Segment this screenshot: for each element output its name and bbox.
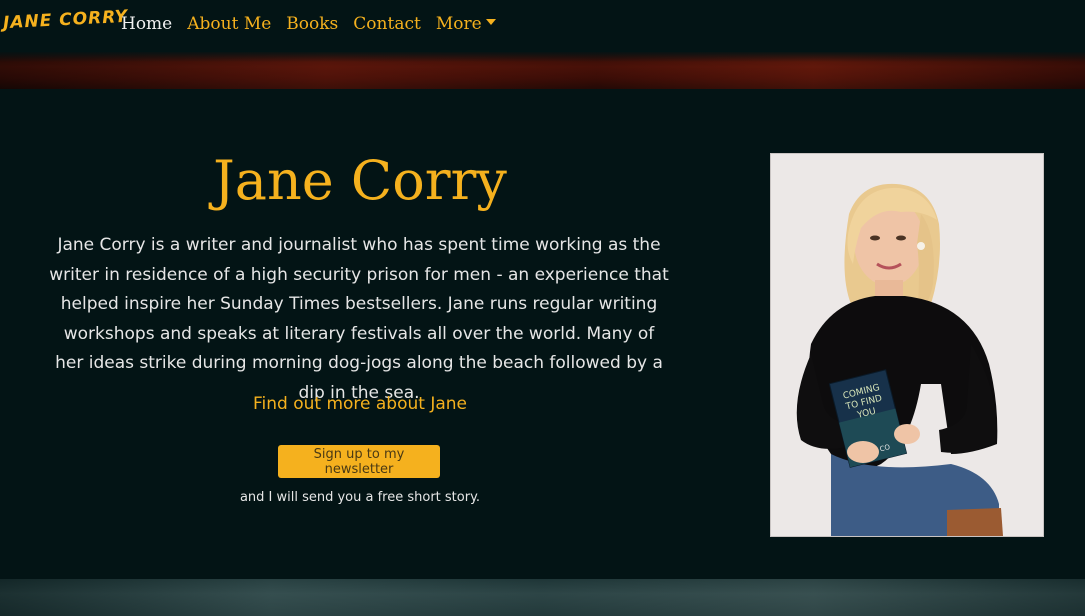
newsletter-signup-button[interactable]: Sign up to my newsletter [278, 445, 440, 478]
footer-banner-image [0, 579, 1085, 616]
caret-down-icon [485, 19, 496, 25]
nav-books-link[interactable]: Books [286, 14, 338, 34]
author-portrait-image: COMING TO FIND YOU JANE CO [771, 154, 1043, 536]
navbar: JANE CORRY Home About Me Books Contact M… [0, 0, 1085, 52]
brand-logo[interactable]: JANE CORRY [3, 7, 129, 34]
about-jane-link[interactable]: Find out more about Jane [50, 394, 670, 414]
author-bio: Jane Corry is a writer and journalist wh… [49, 235, 669, 403]
newsletter-note: and I will send you a free short story. [239, 490, 481, 505]
author-photo: COMING TO FIND YOU JANE CO [770, 153, 1044, 537]
nav-contact-link[interactable]: Contact [353, 14, 421, 34]
hero-banner-image [0, 52, 1085, 89]
nav-about-link[interactable]: About Me [187, 14, 271, 34]
page-title: Jane Corry [213, 149, 507, 212]
hero-section: Jane Corry Jane Corry is a writer and jo… [0, 89, 1085, 579]
nav-home-link[interactable]: Home [121, 14, 172, 34]
nav-more-dropdown[interactable]: More [436, 14, 496, 34]
nav-more-label: More [435, 14, 482, 34]
nav-links: Home About Me Books Contact More [121, 14, 496, 34]
